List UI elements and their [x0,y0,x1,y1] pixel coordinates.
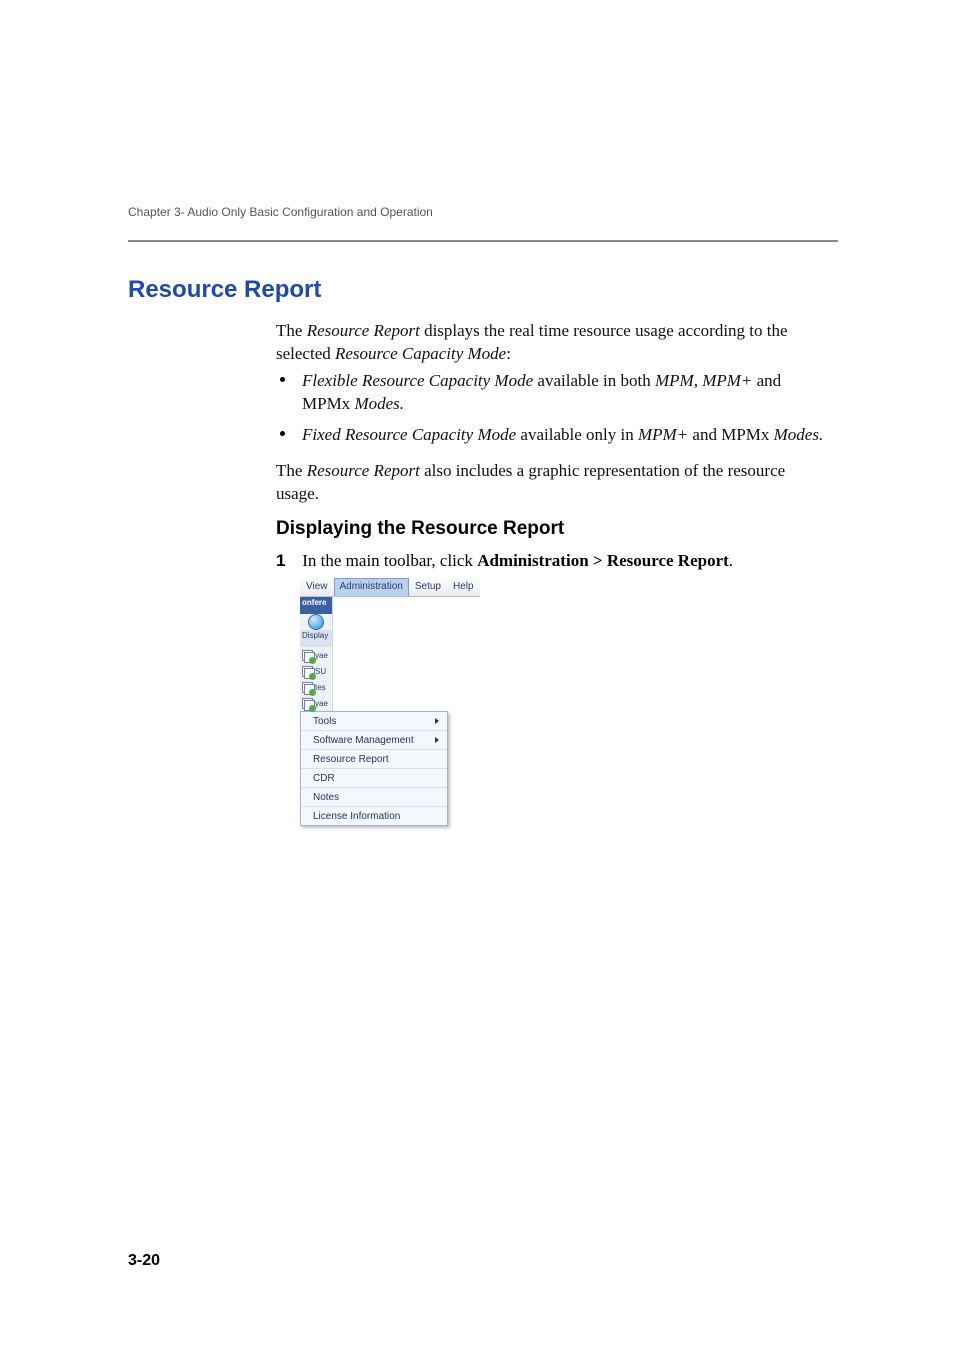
list-item[interactable]: SU [300,663,332,679]
term-flexible-mode: Flexible Resource Capacity Mode [302,371,533,390]
menu-administration[interactable]: Administration [334,578,409,596]
bullet-dot-icon [280,431,285,436]
list-item: Fixed Resource Capacity Mode available o… [276,424,831,447]
text: . [729,551,733,570]
text: : [506,344,511,363]
term-mpm: MPM [655,371,694,390]
globe-icon [308,614,324,630]
text: , [694,371,703,390]
running-head: Chapter 3- Audio Only Basic Configuratio… [128,205,433,219]
term-mpm-plus: MPM+ [702,371,752,390]
profile-icon [302,682,313,693]
term-fixed-mode: Fixed Resource Capacity Mode [302,425,516,444]
text: available in both [533,371,655,390]
term-modes: Modes. [774,425,824,444]
term-resource-capacity-mode: Resource Capacity Mode [335,344,506,363]
screenshot-admin-menu: View Administration Setup Help onfere Di… [300,578,480,826]
text: The [276,461,307,480]
submenu-arrow-icon [435,737,439,743]
left-panel: onfere Display yae SU tes yae [300,597,333,711]
menu-path: Administration > Resource Report [477,551,729,570]
tab-display[interactable]: Display [300,630,332,647]
menu-item-label: Resource Report [313,754,389,765]
section-title: Resource Report [128,276,321,304]
step-1: 1 In the main toolbar, click Administrat… [276,550,836,573]
menu-item-notes[interactable]: Notes [301,788,447,807]
subsection-title: Displaying the Resource Report [276,518,564,540]
toolbar-world[interactable] [300,614,332,630]
menu-item-license-info[interactable]: License Information [301,807,447,825]
menu-item-label: CDR [313,773,335,784]
menubar: View Administration Setup Help [300,578,480,597]
list-item[interactable]: yae [300,647,332,663]
text: The [276,321,307,340]
menu-view[interactable]: View [300,578,334,596]
admin-dropdown: Tools Software Management Resource Repor… [300,711,448,826]
paragraph-intro: The Resource Report displays the real ti… [276,320,831,366]
item-label: yae [315,699,328,708]
list-item: Flexible Resource Capacity Mode availabl… [276,370,831,416]
term-resource-report: Resource Report [307,461,420,480]
header-rule [128,240,838,242]
menu-item-tools[interactable]: Tools [301,712,447,731]
step-number: 1 [276,550,298,573]
term-mpm-plus: MPM+ [638,425,688,444]
menu-item-label: Software Management [313,735,414,746]
item-label: yae [315,651,328,660]
item-label: SU [315,667,326,676]
tab-confere[interactable]: onfere [300,597,332,614]
list-item[interactable]: tes [300,679,332,695]
page-number: 3-20 [128,1252,160,1270]
text: available only in [516,425,638,444]
list-item[interactable]: yae [300,695,332,711]
profile-icon [302,650,313,661]
menu-item-label: Tools [313,716,336,727]
term-resource-report: Resource Report [307,321,420,340]
paragraph-graphic-rep: The Resource Report also includes a grap… [276,460,831,506]
item-label: tes [315,683,326,692]
menu-item-software-management[interactable]: Software Management [301,731,447,750]
submenu-arrow-icon [435,718,439,724]
text: and MPMx [688,425,773,444]
menu-help[interactable]: Help [447,578,480,596]
text: In the main toolbar, click [302,551,477,570]
menu-item-label: Notes [313,792,339,803]
bullet-list: Flexible Resource Capacity Mode availabl… [276,370,831,455]
profile-icon [302,666,313,677]
menu-setup[interactable]: Setup [409,578,447,596]
term-modes: Modes. [354,394,404,413]
profile-icon [302,698,313,709]
menu-item-label: License Information [313,811,400,822]
menu-item-resource-report[interactable]: Resource Report [301,750,447,769]
bullet-dot-icon [280,377,285,382]
menu-item-cdr[interactable]: CDR [301,769,447,788]
